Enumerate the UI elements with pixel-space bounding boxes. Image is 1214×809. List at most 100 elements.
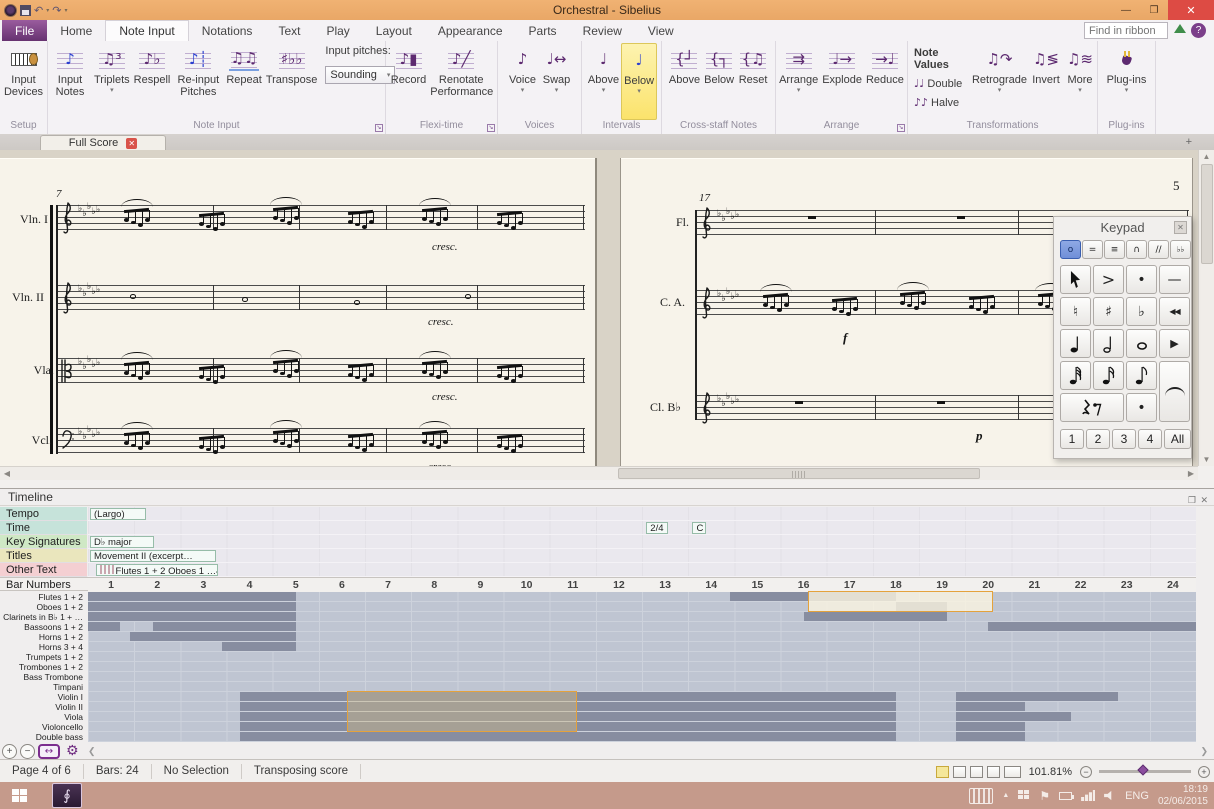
tab-notations[interactable]: Notations <box>189 20 266 41</box>
interval-below-button[interactable]: ♩ Below ▾ <box>621 43 658 120</box>
timeline-lane[interactable] <box>88 702 1196 712</box>
scrollbar-thumb[interactable] <box>618 468 980 479</box>
timeline-segment[interactable] <box>955 722 1026 731</box>
keypad-32nd-note-button[interactable] <box>1060 361 1091 390</box>
help-icon[interactable]: ? <box>1191 23 1206 38</box>
swap-button[interactable]: ♩↔ Swap ▾ <box>540 43 574 120</box>
tab-layout[interactable]: Layout <box>363 20 425 41</box>
find-in-ribbon-input[interactable] <box>1084 22 1168 39</box>
timeline-selection[interactable] <box>346 691 578 732</box>
keypad-rest-button[interactable] <box>1060 393 1124 422</box>
timeline-segment[interactable] <box>803 612 947 621</box>
close-tab-icon[interactable]: ✕ <box>126 137 138 149</box>
minimize-button[interactable]: — <box>1112 0 1140 20</box>
scroll-left-icon[interactable]: ◀ <box>0 467 14 480</box>
dialog-launcher-icon[interactable]: ↘ <box>375 124 383 132</box>
repeat-button[interactable]: ♫♫ Repeat <box>224 43 263 120</box>
tab-note-input[interactable]: Note Input <box>105 20 189 41</box>
keypad-voice-all-button[interactable]: All <box>1164 429 1191 449</box>
zoom-in-button[interactable]: + <box>1198 765 1210 778</box>
keypad-rewind-button[interactable]: ◀◀ <box>1159 297 1190 326</box>
keypad-sharp-button[interactable]: ♯ <box>1093 297 1124 326</box>
new-tab-icon[interactable]: + <box>1186 136 1192 148</box>
zoom-out-button[interactable]: − <box>1080 765 1092 778</box>
timeline-instrument-label[interactable]: Horns 1 + 2 <box>0 632 87 642</box>
timeline-instrument-label[interactable]: Violin II <box>0 702 87 712</box>
close-button[interactable]: ✕ <box>1168 0 1214 20</box>
battery-icon[interactable] <box>1059 791 1075 800</box>
timeline-instrument-label[interactable]: Violoncello <box>0 722 87 732</box>
close-panel-icon[interactable]: ✕ <box>1200 492 1208 509</box>
timeline-options-gear-icon[interactable]: ⚙ <box>66 743 79 759</box>
tab-parts[interactable]: Parts <box>516 20 570 41</box>
arrange-button[interactable]: ⇉ Arrange ▾ <box>777 43 820 120</box>
view-mode-icon[interactable] <box>935 765 949 778</box>
timeline-segment[interactable] <box>129 632 296 641</box>
interval-above-button[interactable]: ♩ Above ▾ <box>586 43 621 120</box>
collapse-ribbon-icon[interactable] <box>1174 24 1186 33</box>
timeline-lane[interactable] <box>88 712 1196 722</box>
keypad-8th-note-button[interactable] <box>1126 361 1157 390</box>
start-button[interactable] <box>0 782 38 809</box>
voice-button[interactable]: ♪ Voice ▾ <box>506 43 540 120</box>
keypad-flat-button[interactable]: ♭ <box>1126 297 1157 326</box>
invert-button[interactable]: ♫≶ Invert <box>1029 43 1063 120</box>
input-notes-button[interactable]: ♪ Input Notes <box>48 43 92 120</box>
view-mode-icon[interactable] <box>986 765 1000 778</box>
respell-button[interactable]: ♪♭ Respell <box>132 43 173 120</box>
double-note-values-button[interactable]: ♩♩ Double <box>914 77 966 90</box>
network-signal-icon[interactable] <box>1081 790 1096 801</box>
timeline-instrument-label[interactable]: Trumpets 1 + 2 <box>0 652 87 662</box>
chevron-left-icon[interactable]: ❮ <box>88 746 96 757</box>
clock[interactable]: 18:19 02/06/2015 <box>1158 784 1212 808</box>
timeline-lane[interactable] <box>88 652 1196 662</box>
keypad-tab-accidentals[interactable]: ♭♭ <box>1170 240 1191 259</box>
keypad-tenuto-button[interactable]: — <box>1159 265 1190 294</box>
timeline-instrument-label[interactable]: Timpani <box>0 682 87 692</box>
timeline-segment[interactable] <box>88 612 296 621</box>
action-center-flag-icon[interactable]: ⚑ <box>1039 789 1050 803</box>
timeline-segment[interactable] <box>152 622 296 631</box>
staff-viola[interactable]: ♭ ♭ ♭ ♭ ♭ <box>58 350 585 384</box>
horizontal-scrollbar[interactable]: ◀ ▶ <box>0 466 1198 480</box>
timeline-zoom-in-button[interactable]: + <box>2 744 17 759</box>
taskbar-sibelius-app[interactable]: ∮ <box>52 783 82 808</box>
timeline-chip[interactable]: 2/4 <box>646 522 669 534</box>
reinput-pitches-button[interactable]: ♪┊ Re-input Pitches <box>172 43 224 120</box>
language-indicator[interactable]: ENG <box>1125 790 1149 802</box>
tab-home[interactable]: Home <box>47 20 105 41</box>
timeline-lane[interactable] <box>88 592 1196 602</box>
keypad-voice-2-button[interactable]: 2 <box>1086 429 1110 449</box>
timeline-segment[interactable] <box>955 692 1118 701</box>
time-signatures-header[interactable]: Time Signatures <box>0 521 87 546</box>
keypad-quarter-note-button[interactable] <box>1060 329 1091 358</box>
timeline-lane[interactable] <box>88 672 1196 682</box>
triplets-button[interactable]: ♫³ Triplets ▾ <box>92 43 132 120</box>
keypad-play-button[interactable]: ▶ <box>1159 329 1190 358</box>
timeline-instrument-label[interactable]: Oboes 1 + 2 <box>0 602 87 612</box>
timeline-lane[interactable] <box>88 692 1196 702</box>
timeline-instrument-label[interactable]: Viola <box>0 712 87 722</box>
cross-staff-above-button[interactable]: {┘ Above <box>667 43 702 120</box>
view-mode-icon[interactable] <box>969 765 983 778</box>
timeline-lane[interactable] <box>88 632 1196 642</box>
keypad-accent-button[interactable]: > <box>1093 265 1124 294</box>
score-canvas[interactable]: 7 Vln. I ♭ ♭ ♭ ♭ ♭ cresc. Vln. II ♭ ♭ ♭ ♭ ♭ cres… <box>0 150 1198 466</box>
keypad-staccato-button[interactable]: • <box>1126 265 1157 294</box>
timeline-instrument-label[interactable]: Bass Trombone <box>0 672 87 682</box>
vertical-scrollbar[interactable]: ▲ ▼ <box>1198 150 1214 466</box>
show-hidden-icons-icon[interactable]: ▲ <box>1002 792 1009 799</box>
timeline-segment[interactable] <box>88 622 121 631</box>
keypad-voice-3-button[interactable]: 3 <box>1112 429 1136 449</box>
timeline-lane[interactable] <box>88 612 1196 622</box>
staff-violoncello[interactable]: ♭ ♭ ♭ ♭ ♭ <box>58 420 585 454</box>
dialog-launcher-icon[interactable]: ↘ <box>487 124 495 132</box>
timeline-zoom-out-button[interactable]: − <box>20 744 35 759</box>
tab-text[interactable]: Text <box>265 20 313 41</box>
view-mode-icon[interactable] <box>1003 765 1021 778</box>
timeline-instrument-label[interactable]: Violin I <box>0 692 87 702</box>
cross-staff-below-button[interactable]: {┐ Below <box>702 43 736 120</box>
halve-note-values-button[interactable]: ♪♪ Halve <box>914 96 966 109</box>
scroll-right-icon[interactable]: ▶ <box>1184 467 1198 480</box>
timeline-selection[interactable] <box>808 591 993 612</box>
